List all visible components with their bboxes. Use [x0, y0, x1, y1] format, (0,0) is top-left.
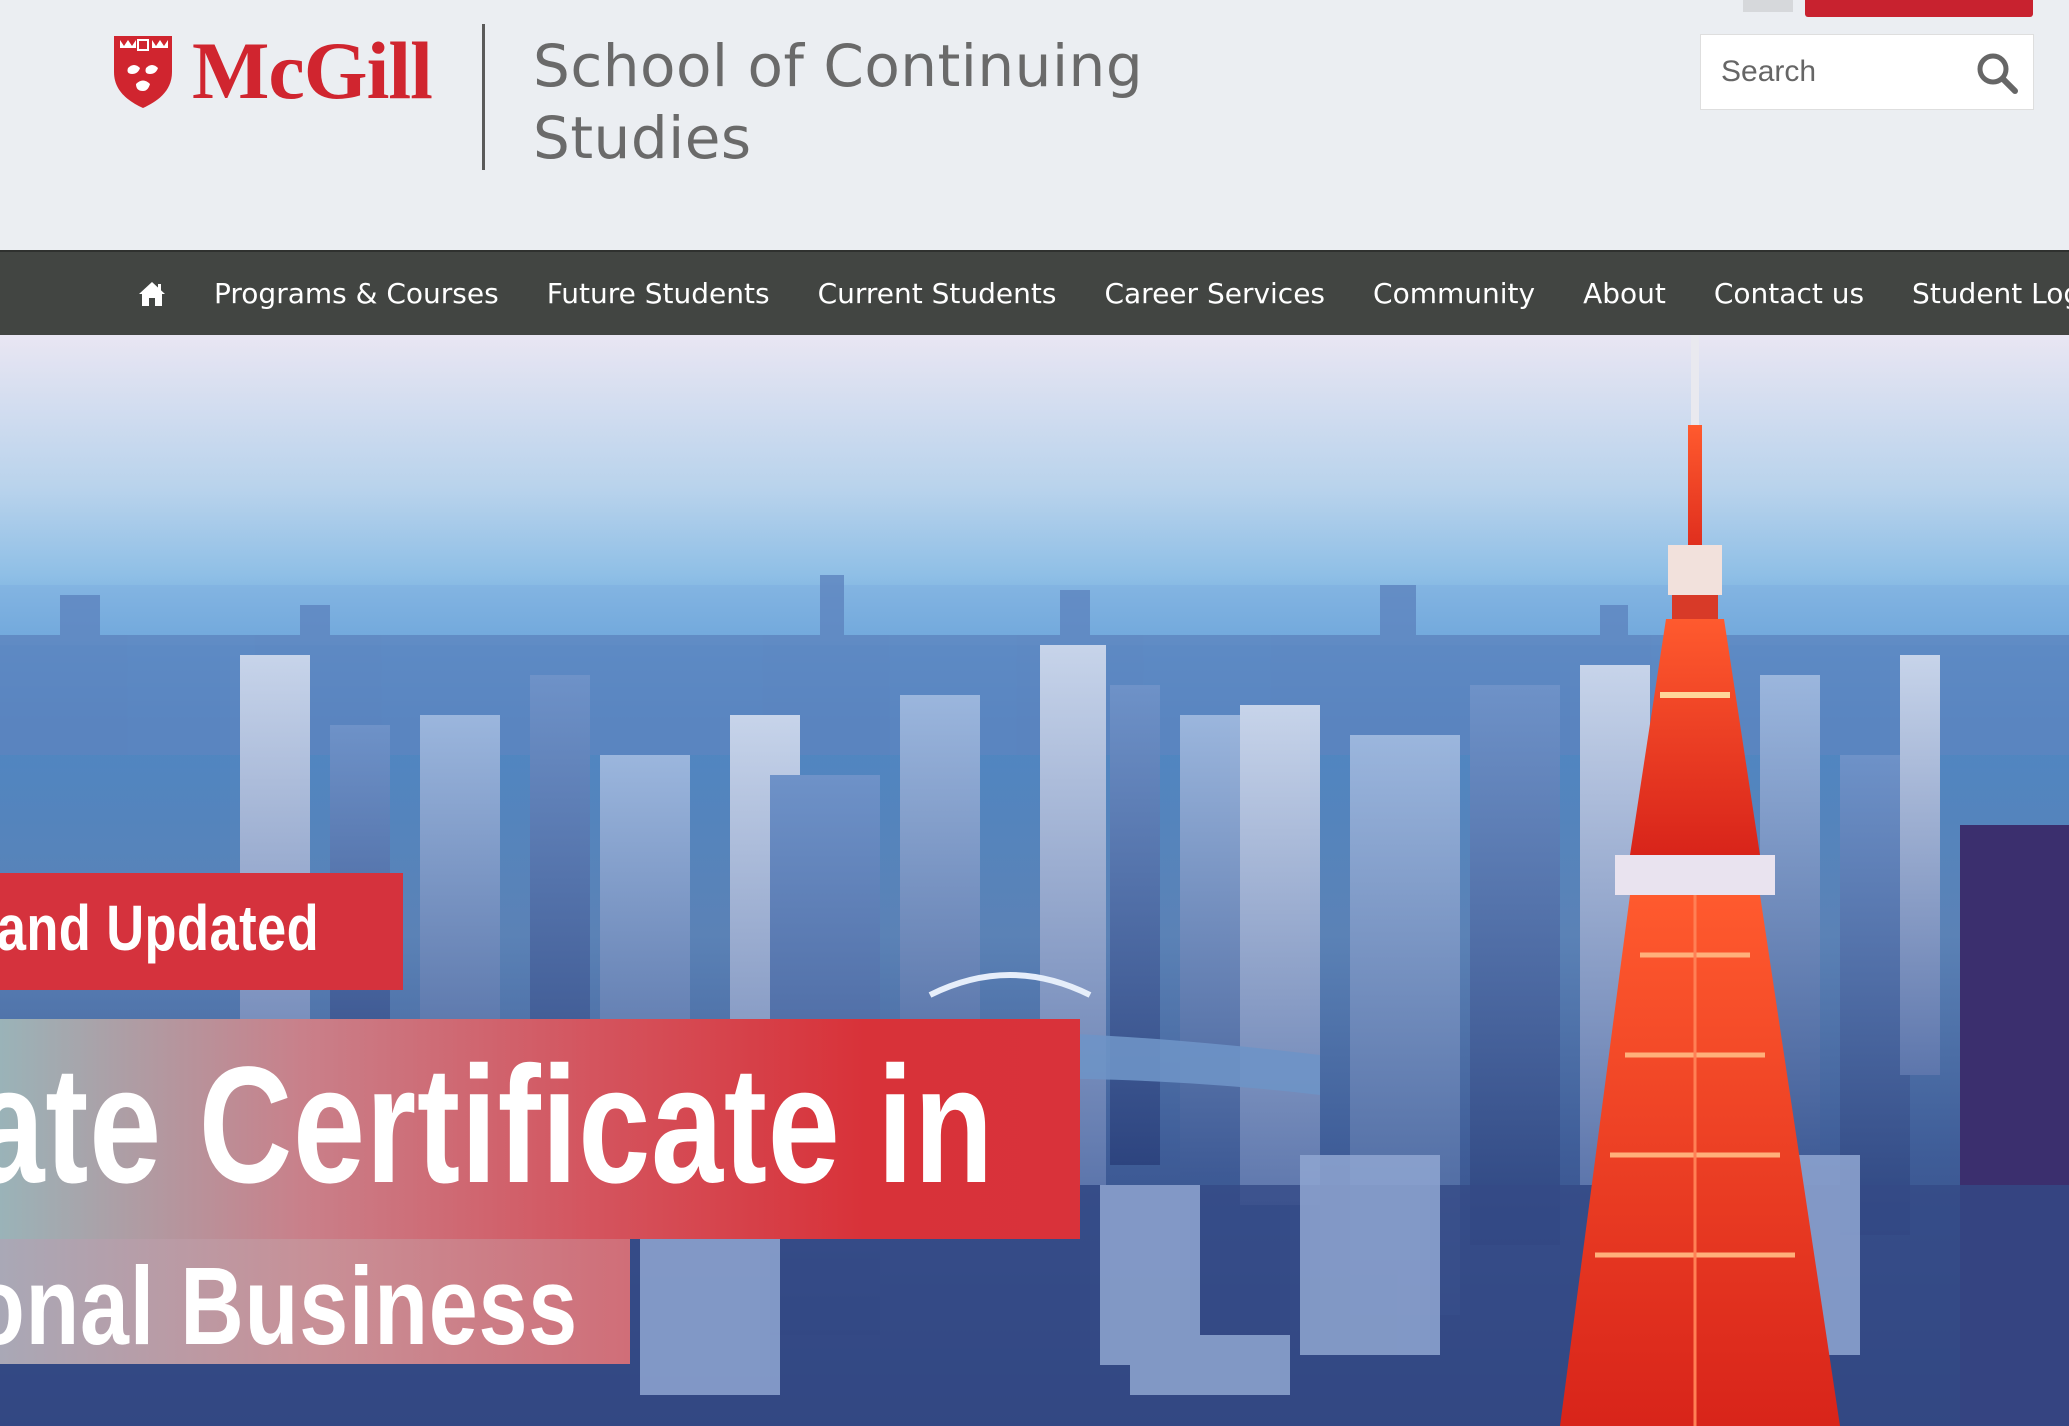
- nav-item-programs-courses[interactable]: Programs & Courses: [214, 277, 499, 310]
- mcgill-logo-link[interactable]: McGill: [110, 25, 433, 116]
- nav-item-community[interactable]: Community: [1373, 277, 1535, 310]
- search-icon[interactable]: [1975, 51, 2019, 95]
- hero-headline-line2-panel: tional Business: [0, 1239, 630, 1364]
- school-name[interactable]: School of Continuing Studies: [533, 30, 1233, 174]
- hero-headline-line1-panel: uate Certificate in: [0, 1019, 1080, 1239]
- utility-red-button[interactable]: [1805, 0, 2033, 17]
- nav-item-student-login[interactable]: Student Login: [1912, 277, 2069, 310]
- nav-item-contact-us[interactable]: Contact us: [1714, 277, 1864, 310]
- main-nav: Programs & Courses Future Students Curre…: [0, 250, 2069, 335]
- home-icon: [139, 281, 165, 306]
- search-box: [1700, 34, 2034, 110]
- hero-tag: ed and Updated: [0, 873, 403, 990]
- nav-item-about[interactable]: About: [1583, 277, 1666, 310]
- hero-tag-text: ed and Updated: [0, 892, 319, 964]
- nav-home[interactable]: [130, 252, 174, 335]
- mcgill-wordmark: McGill: [192, 25, 433, 116]
- hero-headline-line1: uate Certificate in: [0, 1033, 994, 1218]
- nav-item-career-services[interactable]: Career Services: [1104, 277, 1325, 310]
- search-input[interactable]: [1701, 35, 1951, 109]
- logo-divider: [482, 24, 485, 170]
- hero-headline-line2: tional Business: [0, 1245, 578, 1364]
- nav-item-future-students[interactable]: Future Students: [547, 277, 770, 310]
- utility-tab[interactable]: [1743, 0, 1793, 12]
- mcgill-crest-icon: [114, 36, 172, 108]
- nav-item-current-students[interactable]: Current Students: [818, 277, 1057, 310]
- main-nav-list: Programs & Courses Future Students Curre…: [130, 252, 2069, 335]
- site-header: McGill School of Continuing Studies: [0, 0, 2069, 250]
- hero-banner[interactable]: ed and Updated uate Certificate in tiona…: [0, 335, 2069, 1426]
